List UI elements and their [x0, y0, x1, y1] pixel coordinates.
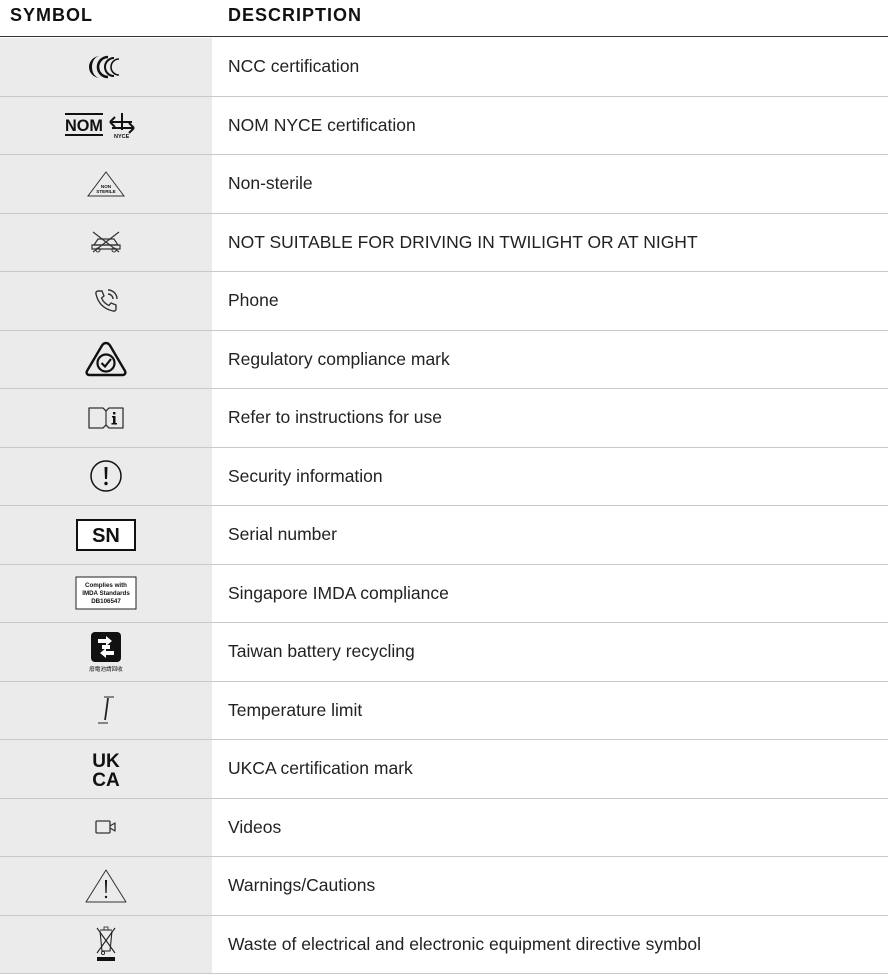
no-night-driving-icon [89, 230, 123, 254]
regulatory-compliance-mark-icon [83, 340, 129, 378]
symbol-cell [0, 331, 212, 389]
imda-line3: DB106547 [91, 598, 121, 605]
non-sterile-line2: STERILE [96, 189, 115, 194]
taiwan-battery-text: 廢電池請回收 [89, 665, 123, 673]
symbol-cell: Complies with IMDA Standards DB106547 [0, 565, 212, 623]
taiwan-battery-recycling-icon: 廢電池請回收 [86, 630, 126, 674]
symbol-table: SYMBOL DESCRIPTION NCC certification NOM [0, 0, 888, 963]
description-cell: NCC certification [212, 38, 888, 96]
video-camera-icon [92, 817, 120, 837]
symbol-column-header: SYMBOL [10, 5, 93, 26]
instructions-for-use-icon [86, 405, 126, 431]
singapore-imda-icon: Complies with IMDA Standards DB106547 [75, 576, 137, 610]
symbol-cell [0, 389, 212, 447]
description-cell: Phone [212, 272, 888, 330]
description-cell: Temperature limit [212, 682, 888, 740]
nyce-text: NYCE [114, 134, 130, 140]
symbol-cell [0, 214, 212, 272]
ukca-line2: CA [92, 770, 120, 789]
temperature-limit-icon [94, 692, 118, 728]
table-row: UK CA UKCA certification mark [0, 740, 888, 799]
phone-icon [92, 287, 120, 315]
description-cell: Regulatory compliance mark [212, 331, 888, 389]
nom-nyce-certification-icon: NOM NYCE [64, 110, 148, 140]
symbol-cell [0, 916, 212, 974]
description-column-header: DESCRIPTION [228, 5, 362, 26]
symbol-cell [0, 448, 212, 506]
description-cell: Waste of electrical and electronic equip… [212, 916, 888, 974]
description-cell: UKCA certification mark [212, 740, 888, 798]
table-row: NCC certification [0, 38, 888, 97]
table-header: SYMBOL DESCRIPTION [0, 0, 888, 37]
symbol-cell [0, 857, 212, 915]
symbol-cell: NON STERILE [0, 155, 212, 213]
symbol-cell: NOM NYCE [0, 97, 212, 155]
table-row: NON STERILE Non-sterile [0, 155, 888, 214]
table-row: Regulatory compliance mark [0, 331, 888, 390]
non-sterile-icon: NON STERILE [86, 170, 126, 198]
symbol-cell [0, 38, 212, 96]
description-cell: Taiwan battery recycling [212, 623, 888, 681]
imda-line2: IMDA Standards [82, 590, 130, 597]
table-row: Refer to instructions for use [0, 389, 888, 448]
symbol-cell: UK CA [0, 740, 212, 798]
sn-text: SN [92, 525, 120, 547]
security-information-icon [88, 458, 124, 494]
table-row: Waste of electrical and electronic equip… [0, 916, 888, 974]
description-cell: Serial number [212, 506, 888, 564]
table-row: NOT SUITABLE FOR DRIVING IN TWILIGHT OR … [0, 214, 888, 273]
description-cell: Videos [212, 799, 888, 857]
description-cell: Singapore IMDA compliance [212, 565, 888, 623]
table-row: Videos [0, 799, 888, 858]
table-row: Phone [0, 272, 888, 331]
symbol-cell: SN [0, 506, 212, 564]
description-cell: Security information [212, 448, 888, 506]
serial-number-icon: SN [75, 518, 137, 552]
ukca-mark-icon: UK CA [86, 749, 126, 789]
table-row: Temperature limit [0, 682, 888, 741]
description-cell: Warnings/Cautions [212, 857, 888, 915]
warning-triangle-icon [83, 867, 129, 905]
table-row: Warnings/Cautions [0, 857, 888, 916]
nom-text: NOM [65, 116, 103, 135]
symbol-cell [0, 682, 212, 740]
table-row: 廢電池請回收 Taiwan battery recycling [0, 623, 888, 682]
symbol-cell [0, 799, 212, 857]
description-cell: NOT SUITABLE FOR DRIVING IN TWILIGHT OR … [212, 214, 888, 272]
symbol-cell: 廢電池請回收 [0, 623, 212, 681]
table-row: SN Serial number [0, 506, 888, 565]
table-row: Complies with IMDA Standards DB106547 Si… [0, 565, 888, 624]
description-cell: Refer to instructions for use [212, 389, 888, 447]
ukca-line1: UK [92, 751, 120, 772]
ncc-certification-icon [86, 52, 126, 82]
symbol-cell [0, 272, 212, 330]
weee-crossed-bin-icon [91, 923, 121, 965]
imda-line1: Complies with [85, 582, 127, 589]
table-row: Security information [0, 448, 888, 507]
table-body: NCC certification NOM NYCE NOM NYCE cert… [0, 38, 888, 974]
table-row: NOM NYCE NOM NYCE certification [0, 97, 888, 156]
description-cell: Non-sterile [212, 155, 888, 213]
description-cell: NOM NYCE certification [212, 97, 888, 155]
